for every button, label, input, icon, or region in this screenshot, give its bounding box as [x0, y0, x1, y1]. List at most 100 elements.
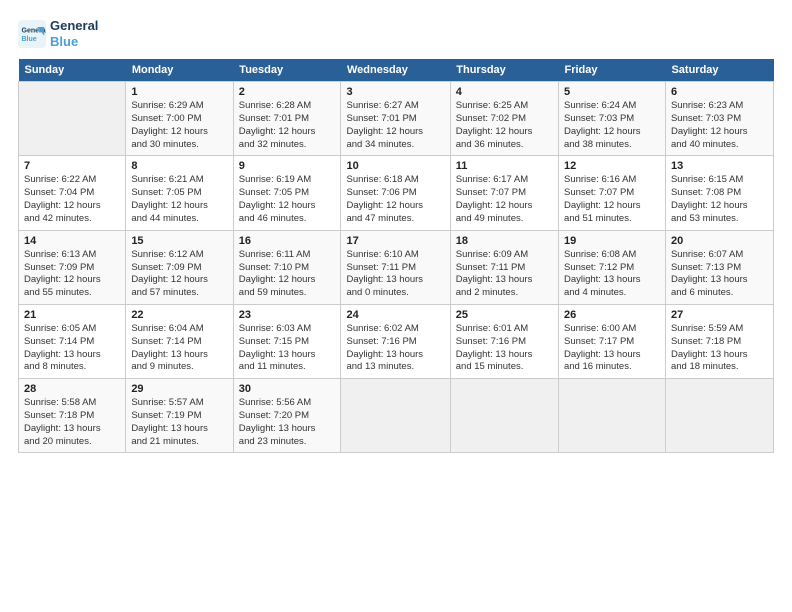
weekday-monday: Monday [126, 59, 233, 82]
day-info: Sunrise: 6:02 AMSunset: 7:16 PMDaylight:… [346, 323, 444, 374]
logo-icon: General Blue [18, 20, 46, 48]
day-cell: 19 Sunrise: 6:08 AMSunset: 7:12 PMDayligh… [558, 230, 665, 304]
day-info: Sunrise: 6:18 AMSunset: 7:06 PMDaylight:… [346, 174, 444, 225]
day-cell: 8 Sunrise: 6:21 AMSunset: 7:05 PMDaylight… [126, 156, 233, 230]
day-info: Sunrise: 6:22 AMSunset: 7:04 PMDaylight:… [24, 174, 120, 225]
day-info: Sunrise: 6:25 AMSunset: 7:02 PMDaylight:… [456, 100, 553, 151]
week-row-2: 7 Sunrise: 6:22 AMSunset: 7:04 PMDaylight… [19, 156, 774, 230]
day-info: Sunrise: 6:17 AMSunset: 7:07 PMDaylight:… [456, 174, 553, 225]
day-info: Sunrise: 6:11 AMSunset: 7:10 PMDaylight:… [239, 249, 336, 300]
day-cell: 25Sunrise: 6:01 AMSunset: 7:16 PMDayligh… [450, 304, 558, 378]
day-cell: 28 Sunrise: 5:58 AMSunset: 7:18 PMDayligh… [19, 379, 126, 453]
day-cell: 1 Sunrise: 6:29 AMSunset: 7:00 PMDaylight… [126, 82, 233, 156]
calendar-table: SundayMondayTuesdayWednesdayThursdayFrid… [18, 59, 774, 453]
week-row-1: 1 Sunrise: 6:29 AMSunset: 7:00 PMDaylight… [19, 82, 774, 156]
day-number: 27 [671, 309, 768, 321]
day-number: 14 [24, 235, 120, 247]
day-cell: 7 Sunrise: 6:22 AMSunset: 7:04 PMDaylight… [19, 156, 126, 230]
day-info: Sunrise: 5:59 AMSunset: 7:18 PMDaylight:… [671, 323, 768, 374]
day-info: Sunrise: 6:04 AMSunset: 7:14 PMDaylight:… [131, 323, 227, 374]
day-number: 30 [239, 383, 336, 395]
week-row-3: 14 Sunrise: 6:13 AMSunset: 7:09 PMDayligh… [19, 230, 774, 304]
day-cell: 29Sunrise: 5:57 AMSunset: 7:19 PMDayligh… [126, 379, 233, 453]
day-info: Sunrise: 6:08 AMSunset: 7:12 PMDaylight:… [564, 249, 660, 300]
day-info: Sunrise: 6:09 AMSunset: 7:11 PMDaylight:… [456, 249, 553, 300]
day-cell: 20Sunrise: 6:07 AMSunset: 7:13 PMDayligh… [665, 230, 773, 304]
day-number: 5 [564, 86, 660, 98]
weekday-tuesday: Tuesday [233, 59, 341, 82]
day-cell: 11 Sunrise: 6:17 AMSunset: 7:07 PMDayligh… [450, 156, 558, 230]
day-number: 7 [24, 160, 120, 172]
day-info: Sunrise: 6:10 AMSunset: 7:11 PMDaylight:… [346, 249, 444, 300]
day-cell: 6Sunrise: 6:23 AMSunset: 7:03 PMDaylight… [665, 82, 773, 156]
day-number: 15 [131, 235, 227, 247]
day-number: 1 [131, 86, 227, 98]
day-number: 18 [456, 235, 553, 247]
day-number: 4 [456, 86, 553, 98]
day-info: Sunrise: 6:24 AMSunset: 7:03 PMDaylight:… [564, 100, 660, 151]
day-cell: 24Sunrise: 6:02 AMSunset: 7:16 PMDayligh… [341, 304, 450, 378]
day-info: Sunrise: 6:23 AMSunset: 7:03 PMDaylight:… [671, 100, 768, 151]
weekday-thursday: Thursday [450, 59, 558, 82]
day-cell: 30 Sunrise: 5:56 AMSunset: 7:20 PMDayligh… [233, 379, 341, 453]
day-number: 12 [564, 160, 660, 172]
day-cell: 3Sunrise: 6:27 AMSunset: 7:01 PMDaylight… [341, 82, 450, 156]
day-number: 28 [24, 383, 120, 395]
week-row-5: 28 Sunrise: 5:58 AMSunset: 7:18 PMDayligh… [19, 379, 774, 453]
day-cell [665, 379, 773, 453]
day-info: Sunrise: 5:57 AMSunset: 7:19 PMDaylight:… [131, 397, 227, 448]
day-cell: 22 Sunrise: 6:04 AMSunset: 7:14 PMDayligh… [126, 304, 233, 378]
day-info: Sunrise: 6:15 AMSunset: 7:08 PMDaylight:… [671, 174, 768, 225]
day-cell: 23 Sunrise: 6:03 AMSunset: 7:15 PMDayligh… [233, 304, 341, 378]
day-info: Sunrise: 6:01 AMSunset: 7:16 PMDaylight:… [456, 323, 553, 374]
day-cell: 26 Sunrise: 6:00 AMSunset: 7:17 PMDayligh… [558, 304, 665, 378]
weekday-saturday: Saturday [665, 59, 773, 82]
day-info: Sunrise: 5:58 AMSunset: 7:18 PMDaylight:… [24, 397, 120, 448]
day-number: 3 [346, 86, 444, 98]
day-number: 9 [239, 160, 336, 172]
day-cell: 9 Sunrise: 6:19 AMSunset: 7:05 PMDaylight… [233, 156, 341, 230]
day-info: Sunrise: 6:28 AMSunset: 7:01 PMDaylight:… [239, 100, 336, 151]
day-cell [558, 379, 665, 453]
day-cell: 18 Sunrise: 6:09 AMSunset: 7:11 PMDayligh… [450, 230, 558, 304]
day-info: Sunrise: 6:07 AMSunset: 7:13 PMDaylight:… [671, 249, 768, 300]
day-info: Sunrise: 6:00 AMSunset: 7:17 PMDaylight:… [564, 323, 660, 374]
day-number: 13 [671, 160, 768, 172]
logo-text: General Blue [50, 18, 98, 49]
day-number: 21 [24, 309, 120, 321]
day-cell: 16Sunrise: 6:11 AMSunset: 7:10 PMDayligh… [233, 230, 341, 304]
day-info: Sunrise: 6:29 AMSunset: 7:00 PMDaylight:… [131, 100, 227, 151]
day-number: 2 [239, 86, 336, 98]
day-number: 17 [346, 235, 444, 247]
day-number: 19 [564, 235, 660, 247]
day-number: 22 [131, 309, 227, 321]
day-cell: 4 Sunrise: 6:25 AMSunset: 7:02 PMDaylight… [450, 82, 558, 156]
svg-text:Blue: Blue [22, 36, 37, 43]
week-row-4: 21Sunrise: 6:05 AMSunset: 7:14 PMDayligh… [19, 304, 774, 378]
day-info: Sunrise: 5:56 AMSunset: 7:20 PMDaylight:… [239, 397, 336, 448]
day-cell: 21Sunrise: 6:05 AMSunset: 7:14 PMDayligh… [19, 304, 126, 378]
day-info: Sunrise: 6:19 AMSunset: 7:05 PMDaylight:… [239, 174, 336, 225]
day-info: Sunrise: 6:21 AMSunset: 7:05 PMDaylight:… [131, 174, 227, 225]
day-number: 8 [131, 160, 227, 172]
day-cell [19, 82, 126, 156]
day-info: Sunrise: 6:03 AMSunset: 7:15 PMDaylight:… [239, 323, 336, 374]
day-cell: 13 Sunrise: 6:15 AMSunset: 7:08 PMDayligh… [665, 156, 773, 230]
day-info: Sunrise: 6:13 AMSunset: 7:09 PMDaylight:… [24, 249, 120, 300]
day-number: 10 [346, 160, 444, 172]
weekday-sunday: Sunday [19, 59, 126, 82]
day-cell: 10 Sunrise: 6:18 AMSunset: 7:06 PMDayligh… [341, 156, 450, 230]
weekday-header-row: SundayMondayTuesdayWednesdayThursdayFrid… [19, 59, 774, 82]
day-cell [341, 379, 450, 453]
weekday-friday: Friday [558, 59, 665, 82]
day-cell: 15Sunrise: 6:12 AMSunset: 7:09 PMDayligh… [126, 230, 233, 304]
day-cell: 2 Sunrise: 6:28 AMSunset: 7:01 PMDaylight… [233, 82, 341, 156]
day-number: 11 [456, 160, 553, 172]
day-cell [450, 379, 558, 453]
logo: General Blue General Blue [18, 18, 98, 49]
header: General Blue General Blue [18, 18, 774, 49]
day-cell: 12Sunrise: 6:16 AMSunset: 7:07 PMDayligh… [558, 156, 665, 230]
day-number: 23 [239, 309, 336, 321]
day-cell: 27 Sunrise: 5:59 AMSunset: 7:18 PMDayligh… [665, 304, 773, 378]
day-number: 26 [564, 309, 660, 321]
